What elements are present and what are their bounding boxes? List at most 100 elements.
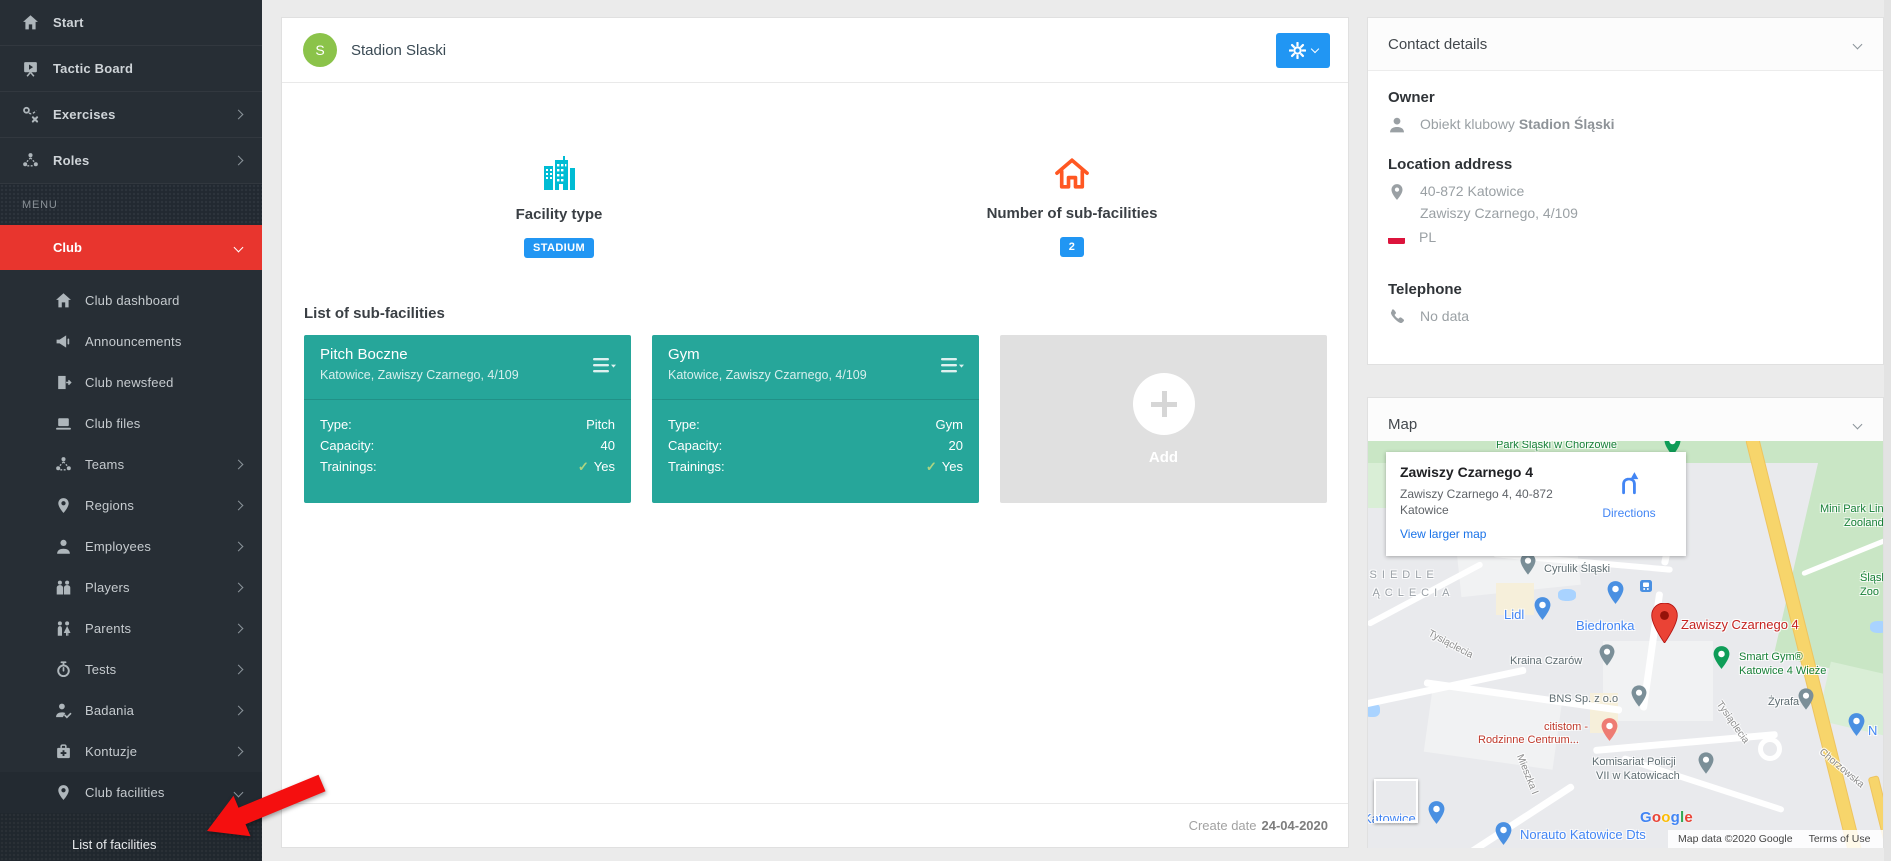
facility-attribute-row: Capacity:20: [668, 435, 963, 456]
door-icon: [55, 374, 72, 391]
sidebar-item-label: Players: [85, 580, 130, 595]
address-line2: Zawiszy Czarnego, 4/109: [1420, 205, 1578, 221]
map-label: Kraina Czarów: [1510, 655, 1582, 667]
map-label: OSIEDLE: [1368, 569, 1439, 581]
map-label: Smart Gym®: [1739, 651, 1803, 663]
chevron-right-icon: [234, 624, 244, 634]
view-larger-map-link[interactable]: View larger map: [1400, 527, 1486, 541]
parents-icon: [55, 620, 72, 637]
sidebar-item-parents[interactable]: Parents: [0, 608, 262, 649]
sidebar-item-club[interactable]: Club: [0, 225, 262, 270]
map-label: Zoolandia: [1844, 517, 1883, 529]
sub-facilities-count-badge: 2: [1060, 237, 1085, 257]
directions-button[interactable]: Directions: [1594, 470, 1664, 520]
people-icon: [55, 579, 72, 596]
menu-section-label: MENU: [0, 184, 262, 225]
map-attribution: Map data ©2020 Google Terms of Use Repor…: [1668, 830, 1883, 848]
sidebar-item-label: Parents: [85, 621, 131, 636]
megaphone-icon: [55, 333, 72, 350]
map-marker-icon[interactable]: [1651, 603, 1678, 648]
card-menu-icon[interactable]: [593, 357, 617, 375]
owner-prefix: Obiekt klubowy: [1420, 116, 1519, 132]
phone-icon: [1388, 308, 1406, 326]
sidebar-item-employees[interactable]: Employees: [0, 526, 262, 567]
stopwatch-icon: [55, 661, 72, 678]
card-footer: Create date 24-04-2020: [282, 803, 1348, 847]
country-row: PL: [1388, 229, 1863, 245]
scrollbar[interactable]: [1884, 0, 1891, 861]
add-sub-facility-button[interactable]: Add: [1000, 335, 1327, 503]
map-pin-grey-icon: [1698, 752, 1714, 779]
chevron-right-icon: [234, 583, 244, 593]
card-menu-icon[interactable]: [941, 357, 965, 375]
sidebar-item-label: Club files: [85, 416, 140, 431]
sidebar-item-label: Badania: [85, 703, 134, 718]
sidebar-item-tests[interactable]: Tests: [0, 649, 262, 690]
sidebar-item-label: Exercises: [53, 107, 116, 122]
sidebar-item-announcements[interactable]: Announcements: [0, 321, 262, 362]
map-pin-blue-icon: [1848, 713, 1865, 741]
tactic-board-icon: [22, 60, 39, 77]
chevron-down-icon: [1310, 44, 1318, 52]
facility-card[interactable]: GymKatowice, Zawiszy Czarnego, 4/109Type…: [652, 335, 979, 503]
roles-icon: [55, 456, 72, 473]
chevron-down-icon: [234, 243, 244, 253]
sub-facilities-label: Number of sub-facilities: [987, 205, 1158, 222]
sidebar-item-badania[interactable]: Badania: [0, 690, 262, 731]
google-logo: Google: [1640, 809, 1693, 826]
sub-facilities-list: Pitch BoczneKatowice, Zawiszy Czarnego, …: [304, 335, 1328, 503]
avatar: S: [303, 33, 337, 67]
map-label: citistom -: [1544, 721, 1588, 733]
satellite-view-toggle[interactable]: [1374, 779, 1418, 823]
sidebar-item-roles[interactable]: Roles: [0, 138, 262, 184]
exercises-icon: [22, 106, 39, 123]
sidebar-item-tactic-board[interactable]: Tactic Board: [0, 46, 262, 92]
facility-attribute-row: Type:Gym: [668, 414, 963, 435]
map-pin-icon: [55, 497, 72, 514]
facility-card[interactable]: Pitch BoczneKatowice, Zawiszy Czarnego, …: [304, 335, 631, 503]
red-arrow: [195, 765, 335, 850]
sidebar-item-label: Employees: [85, 539, 151, 554]
chevron-right-icon: [234, 110, 244, 120]
sidebar-item-label: Club newsfeed: [85, 375, 174, 390]
sidebar-item-club-files[interactable]: Club files: [0, 403, 262, 444]
facility-card-name: Gym: [668, 346, 963, 363]
map-label: Zoo: [1860, 586, 1879, 598]
map-label: N: [1868, 723, 1877, 738]
map-pin-blue-icon: [1607, 581, 1624, 609]
telephone-row: No data: [1388, 308, 1863, 326]
map-label: Śląski: [1860, 572, 1883, 584]
sidebar-item-label: Announcements: [85, 334, 182, 349]
telephone-heading: Telephone: [1388, 281, 1863, 298]
map-label: BNS Sp. z o.o: [1549, 693, 1618, 705]
laptop-icon: [55, 415, 72, 432]
sidebar-item-start[interactable]: Start: [0, 0, 262, 46]
home-icon: [22, 14, 39, 31]
address-line1: 40-872 Katowice: [1420, 183, 1524, 199]
create-date-value: 24-04-2020: [1262, 818, 1329, 833]
book-icon: [22, 239, 39, 256]
sidebar-item-club-newsfeed[interactable]: Club newsfeed: [0, 362, 262, 403]
sidebar-item-players[interactable]: Players: [0, 567, 262, 608]
facility-header: S Stadion Slaski: [282, 18, 1348, 83]
map-label: Lidl: [1504, 607, 1524, 622]
map-label: Biedronka: [1576, 618, 1635, 633]
sidebar-item-teams[interactable]: Teams: [0, 444, 262, 485]
sidebar-item-regions[interactable]: Regions: [0, 485, 262, 526]
map-pin-blue-icon: [1428, 801, 1445, 829]
address-row: 40-872 Katowice Zawiszy Czarnego, 4/109: [1388, 183, 1863, 221]
chevron-right-icon: [234, 706, 244, 716]
sidebar-item-exercises[interactable]: Exercises: [0, 92, 262, 138]
contact-details-title: Contact details: [1388, 36, 1487, 53]
facility-attribute-row: Trainings:✓Yes: [320, 456, 615, 477]
contact-details-header[interactable]: Contact details: [1368, 18, 1883, 71]
terms-of-use-link[interactable]: Terms of Use: [1809, 833, 1871, 845]
map-label: Żyrafa: [1768, 696, 1799, 708]
sidebar-item-club-dashboard[interactable]: Club dashboard: [0, 280, 262, 321]
plus-icon: [1133, 373, 1195, 435]
telephone-value: No data: [1420, 308, 1469, 324]
map-pin-pink-icon: [1601, 718, 1618, 746]
google-map[interactable]: Zawiszy Czarnego 4 Zawiszy Czarnego 4, 4…: [1368, 441, 1883, 848]
map-pin-grey-icon: [1798, 688, 1814, 715]
settings-button[interactable]: [1276, 33, 1330, 68]
